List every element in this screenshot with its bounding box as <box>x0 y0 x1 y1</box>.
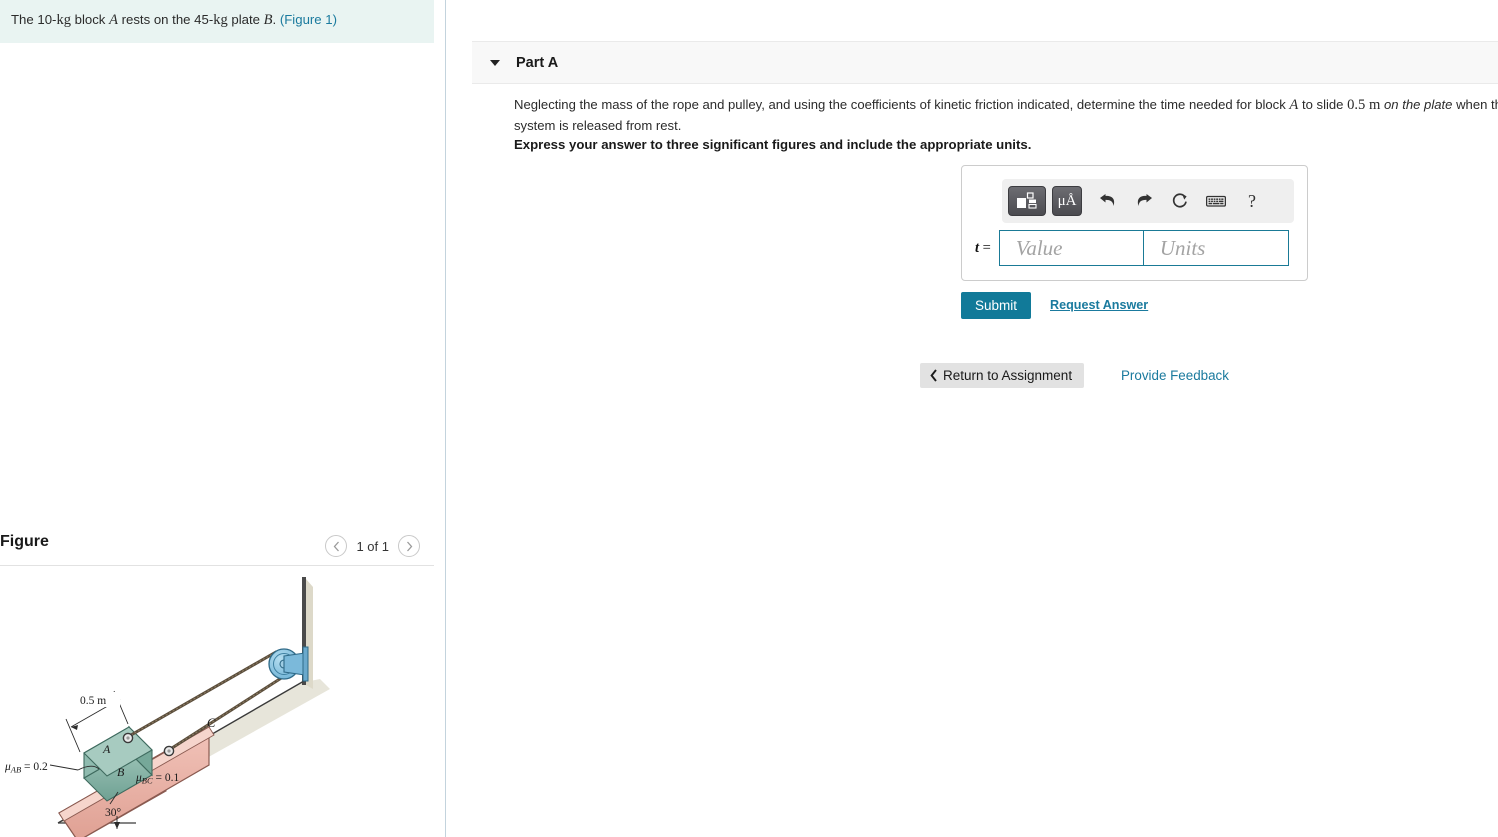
chevron-left-icon <box>930 369 937 382</box>
figure-image[interactable]: A B 0.5 m μAB = 0.2 μBC = 0.1 C 30° <box>0 567 434 837</box>
question-var-a: A <box>1289 97 1299 113</box>
provide-feedback-link[interactable]: Provide Feedback <box>1121 368 1229 383</box>
answer-entry-box: μÅ ? t = Value Units <box>961 165 1308 281</box>
template-icon[interactable] <box>1008 186 1046 216</box>
eyelet-ring-a <box>122 732 134 744</box>
problem-unit-kg-1: kg <box>56 12 71 28</box>
caret-down-icon[interactable] <box>490 59 500 66</box>
problem-text-pre: The 10- <box>11 12 57 27</box>
undo-icon[interactable] <box>1098 189 1118 213</box>
problem-text-mid2: rests on the 45- <box>117 12 214 27</box>
keyboard-icon[interactable] <box>1206 189 1226 213</box>
figure-navigation: 1 of 1 <box>325 535 420 557</box>
return-to-assignment-label: Return to Assignment <box>943 368 1073 383</box>
problem-statement-banner: The 10-kg block A rests on the 45-kg pla… <box>0 0 434 43</box>
submit-button[interactable]: Submit <box>961 292 1031 319</box>
question-emphasis: on the plate <box>1380 97 1453 112</box>
figure-label-block-b: B <box>117 765 125 779</box>
figure-next-button[interactable] <box>398 535 420 557</box>
figure-1-link[interactable]: (Figure 1) <box>280 12 337 27</box>
answer-units-input[interactable] <box>1142 230 1289 266</box>
units-icon[interactable]: μÅ <box>1052 186 1082 216</box>
request-answer-link[interactable]: Request Answer <box>1050 298 1148 312</box>
figure-prev-button[interactable] <box>325 535 348 557</box>
part-a-label: Part A <box>516 54 559 71</box>
figure-label-mu-bc: μBC = 0.1 <box>135 772 180 786</box>
question-prompt: Neglecting the mass of the rope and pull… <box>514 94 1498 137</box>
svg-text:30°: 30° <box>105 807 122 819</box>
inclined-plane-diagram: A B 0.5 m μAB = 0.2 μBC = 0.1 C 30° <box>4 577 330 837</box>
problem-var-a: A <box>109 12 118 28</box>
problem-var-b: B <box>263 12 273 28</box>
chevron-right-icon <box>406 541 412 551</box>
problem-text-mid1: block <box>70 12 110 27</box>
return-to-assignment-button[interactable]: Return to Assignment <box>920 363 1085 388</box>
answer-instruction: Express your answer to three significant… <box>514 137 1032 152</box>
problem-unit-kg-2: kg <box>213 12 228 28</box>
problem-text-mid3: plate <box>227 12 264 27</box>
svg-text:μAB = 0.2: μAB = 0.2 <box>4 761 48 775</box>
answer-value-input[interactable] <box>998 230 1143 266</box>
problem-text-period: . <box>272 12 280 27</box>
figure-label-block-a: A <box>102 742 111 756</box>
help-icon[interactable]: ? <box>1242 189 1262 213</box>
left-panel: The 10-kg block A rests on the 45-kg pla… <box>0 0 446 837</box>
part-a-header[interactable]: Part A <box>472 41 1498 84</box>
answer-variable-label: t = <box>975 239 991 256</box>
reset-icon[interactable] <box>1170 189 1190 213</box>
figure-page-count: 1 of 1 <box>356 538 389 554</box>
question-text-2: to slide <box>1298 97 1348 112</box>
math-toolbar: μÅ ? <box>1002 179 1294 223</box>
svg-text:μBC = 0.1: μBC = 0.1 <box>135 772 180 786</box>
question-text-1: Neglecting the mass of the rope and pull… <box>514 97 1290 112</box>
answer-input-row: t = <box>975 230 1289 266</box>
redo-icon[interactable] <box>1134 189 1154 213</box>
chevron-left-icon <box>333 541 339 551</box>
eyelet-ring-b <box>163 745 175 757</box>
right-panel: Part A Neglecting the mass of the rope a… <box>447 0 1498 837</box>
figure-label-incline-c: C <box>207 716 216 730</box>
figure-label-distance: 0.5 m <box>80 695 106 707</box>
question-distance: 0.5 m <box>1347 97 1381 113</box>
figure-panel-title: Figure <box>0 533 49 550</box>
figure-header: Figure 1 of 1 <box>0 528 434 566</box>
